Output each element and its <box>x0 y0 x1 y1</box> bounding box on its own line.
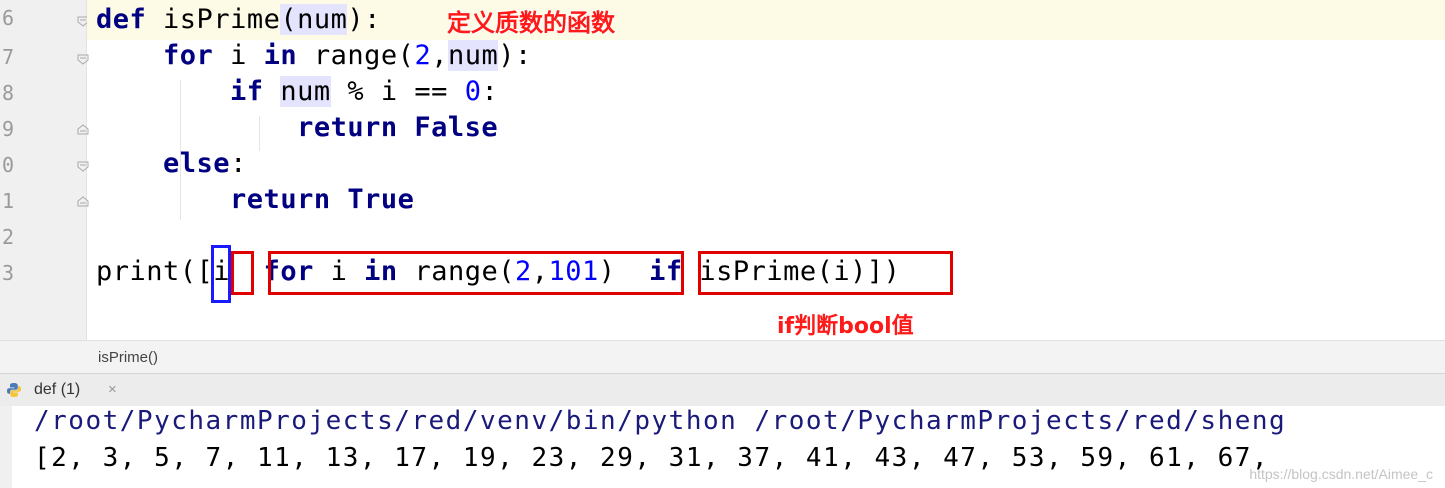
python-icon <box>6 382 22 398</box>
run-tab-label[interactable]: def (1) <box>34 381 80 399</box>
bracket: ([ <box>179 256 214 287</box>
highlight-box-if-clause <box>698 251 953 295</box>
run-toolbar: def (1) × <box>0 373 1445 408</box>
line-number: 7 <box>1 45 14 69</box>
code-line-for[interactable]: for i in range(2,num): <box>96 40 532 71</box>
highlight-box-bracket <box>211 245 231 303</box>
code-line-return-true[interactable]: return True <box>96 184 414 215</box>
console-output-line: [2, 3, 5, 7, 11, 13, 17, 19, 23, 29, 31,… <box>34 443 1270 473</box>
paren: ( <box>280 4 298 35</box>
parameter: num <box>280 76 331 107</box>
breadcrumb-item[interactable]: isPrime() <box>98 349 158 366</box>
console-command-line: /root/PycharmProjects/red/venv/bin/pytho… <box>34 406 1287 436</box>
run-console[interactable]: /root/PycharmProjects/red/venv/bin/pytho… <box>0 406 1445 488</box>
line-number: 3 <box>1 261 14 285</box>
close-icon[interactable]: × <box>108 381 117 398</box>
builtin: print <box>96 256 180 287</box>
paren-colon: ): <box>498 40 532 71</box>
annotation-if-bool: if判断bool值 <box>777 314 914 339</box>
highlight-box-for-clause <box>268 251 684 295</box>
code-line-return-false[interactable]: return False <box>96 112 498 143</box>
breadcrumb: isPrime() <box>0 340 1445 374</box>
code-line-else[interactable]: else: <box>96 148 247 179</box>
parameter: num <box>297 4 348 35</box>
paren: ( <box>397 40 415 71</box>
line-number: 6 <box>1 6 14 30</box>
editor-gutter: 6 7 8 9 0 1 2 3 <box>0 0 89 340</box>
keyword: return <box>297 112 398 143</box>
code-line-def[interactable]: def isPrime(num): <box>96 4 381 35</box>
keyword: False <box>414 112 499 143</box>
keyword: True <box>347 184 415 215</box>
paren-colon: ): <box>347 4 381 35</box>
console-gutter <box>0 406 12 488</box>
comma: , <box>431 40 448 71</box>
variable: i <box>230 40 247 71</box>
function-name: isPrime <box>163 4 281 35</box>
keyword: if <box>230 76 264 107</box>
operator: % i == <box>347 76 448 107</box>
colon: : <box>481 76 499 107</box>
keyword: in <box>263 40 298 71</box>
keyword: return <box>230 184 331 215</box>
number: 2 <box>414 40 432 71</box>
line-number: 0 <box>1 153 14 177</box>
colon: : <box>230 148 247 179</box>
line-number: 8 <box>1 81 14 105</box>
line-number: 1 <box>1 189 14 213</box>
line-number: 9 <box>1 117 14 141</box>
parameter: num <box>447 40 499 71</box>
number: 0 <box>464 76 482 107</box>
keyword: for <box>163 40 214 71</box>
keyword: def <box>96 4 147 35</box>
annotation-define-prime: 定义质数的函数 <box>447 9 615 37</box>
watermark: https://blog.csdn.net/Aimee_c <box>1249 466 1433 482</box>
highlight-box-variable <box>231 251 254 295</box>
builtin: range <box>313 40 398 71</box>
code-editor[interactable]: def isPrime(num): for i in range(2,num):… <box>87 0 1445 340</box>
code-line-if[interactable]: if num % i == 0: <box>96 76 498 107</box>
keyword: else <box>163 148 231 179</box>
line-number: 2 <box>1 225 14 249</box>
